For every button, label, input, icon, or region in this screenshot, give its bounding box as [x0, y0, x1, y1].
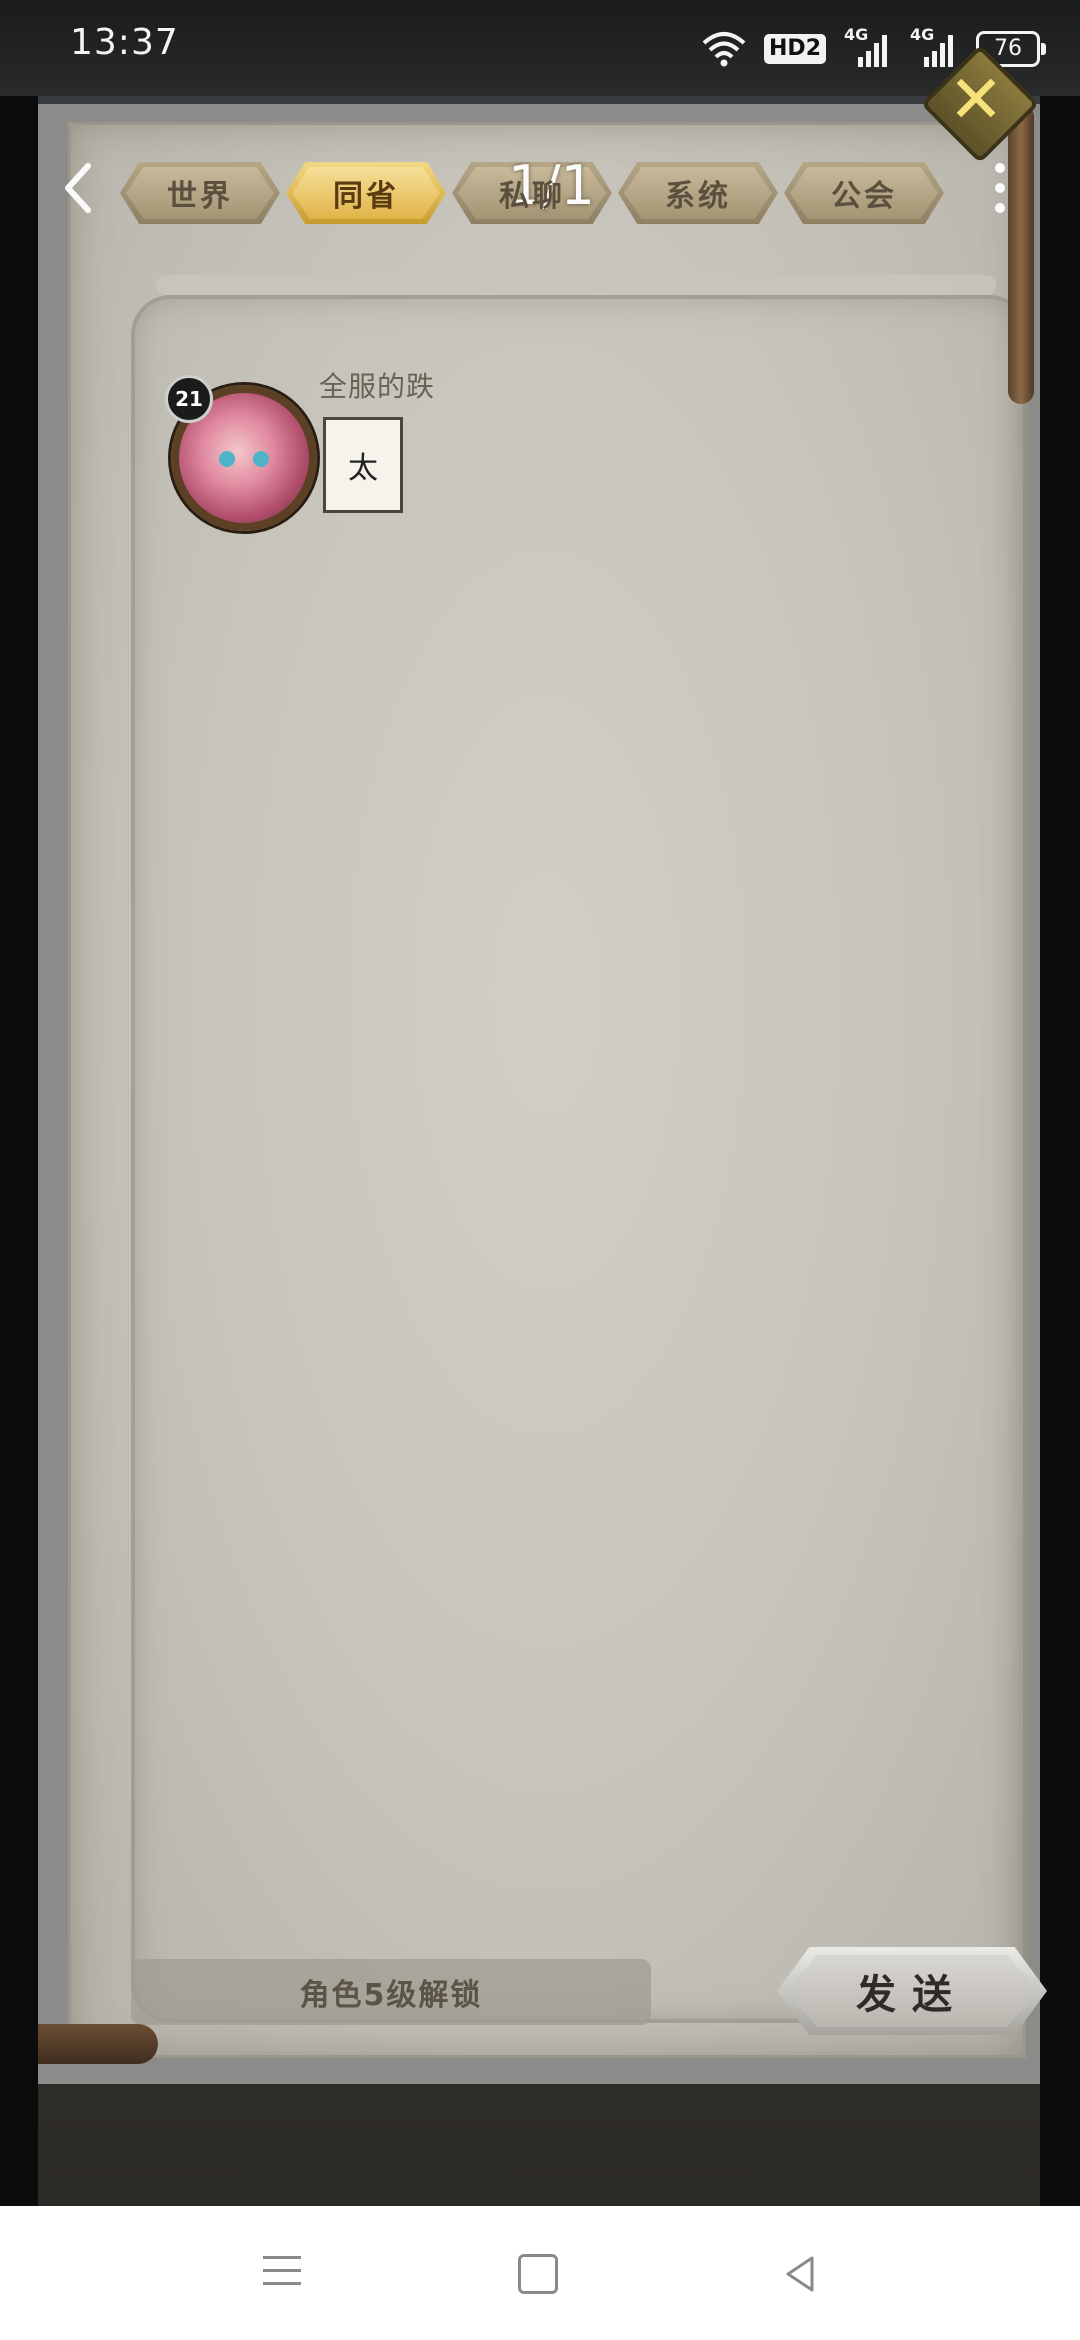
send-button-label: 发送 [856, 1972, 968, 2018]
chat-message: 21 全服的跌 太 [165, 365, 771, 605]
home-icon [518, 2254, 558, 2294]
menu-icon [263, 2256, 301, 2259]
tab-label: 系统 [665, 179, 731, 214]
message-bubble: 太 [323, 417, 403, 513]
signal-icon: 4G [844, 25, 892, 69]
tab-label: 同省 [333, 179, 399, 214]
game-screen: 21 全服的跌 太 角色5级解锁 发送 世界 同省 私聊 系统 公会 1/1 ✕ [38, 44, 1047, 2206]
close-button[interactable]: ✕ [920, 44, 1040, 164]
send-button[interactable]: 发送 [777, 1947, 1047, 2035]
tab-label: 公会 [831, 179, 897, 214]
system-nav-bar [0, 2206, 1080, 2340]
channel-tabs: 世界 同省 私聊 系统 公会 [120, 162, 944, 232]
chat-page: 21 全服的跌 太 角色5级解锁 发送 [68, 122, 1047, 2058]
more-button[interactable] [990, 158, 1010, 218]
tab-label: 私聊 [499, 179, 565, 214]
wifi-icon [702, 32, 746, 67]
close-icon: ✕ [948, 61, 1004, 138]
tab-world[interactable]: 世界 [120, 162, 280, 224]
player-name: 全服的跌 [319, 370, 436, 403]
tab-guild[interactable]: 公会 [784, 162, 944, 224]
chat-book: 21 全服的跌 太 角色5级解锁 发送 [38, 96, 1047, 2084]
tab-province[interactable]: 同省 [286, 162, 446, 224]
status-bar: 13:37 HD2 4G 4G 76 [0, 0, 1080, 96]
tab-label: 世界 [167, 179, 233, 214]
system-back-button[interactable] [770, 2246, 830, 2302]
chevron-left-icon [65, 163, 91, 213]
back-triangle-icon [786, 2256, 814, 2292]
more-vertical-icon [995, 163, 1005, 173]
home-button[interactable] [508, 2246, 568, 2302]
level-badge: 21 [165, 375, 213, 423]
avatar-eye [219, 451, 235, 467]
frame-ornament [156, 275, 996, 295]
chat-input-locked[interactable]: 角色5级解锁 [131, 1959, 651, 2025]
tab-system[interactable]: 系统 [618, 162, 778, 224]
branch-decoration-left [38, 2024, 158, 2064]
back-button[interactable] [48, 156, 108, 216]
hd-badge: HD2 [764, 34, 826, 64]
recent-apps-button[interactable] [252, 2246, 312, 2302]
status-time: 13:37 [70, 22, 179, 63]
avatar-eye [253, 451, 269, 467]
